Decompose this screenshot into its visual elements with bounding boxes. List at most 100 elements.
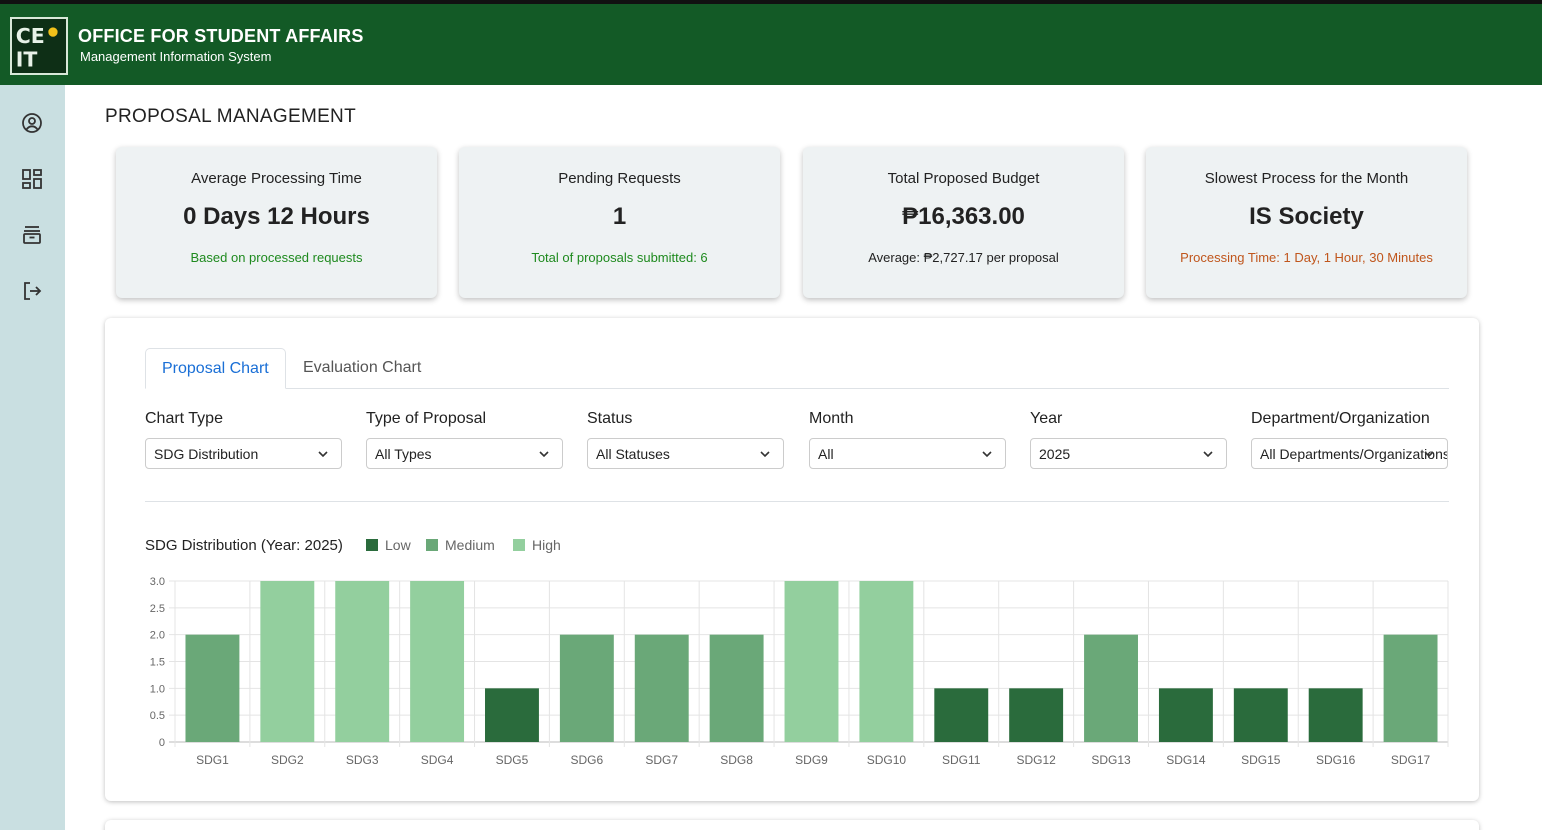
filter-label-year: Year (1030, 410, 1063, 427)
select-value: All Statuses (596, 446, 670, 462)
next-panel-edge (105, 820, 1479, 830)
logo-letters-bottom: IT (16, 47, 38, 71)
sdg-bar-chart: 0 0.5 1.0 1.5 2.0 2.5 3.0 SDG1 SDG2 SDG3 SDG4 SDG5 S… (150, 576, 1449, 767)
select-value: 2025 (1039, 446, 1071, 462)
legend-item-high[interactable]: High (513, 537, 561, 555)
y-tick-label: 0 (159, 737, 165, 749)
chart-type-select[interactable]: SDG Distribution (145, 438, 342, 469)
legend-label: High (532, 537, 561, 553)
stat-card-note: Based on processed requests (190, 250, 363, 265)
x-tick-label: SDG6 (571, 753, 604, 767)
select-value: All Types (375, 446, 432, 462)
legend-label: Medium (445, 537, 495, 553)
chevron-down-icon (760, 451, 770, 458)
stat-card-note: Processing Time: 1 Day, 1 Hour, 30 Minut… (1180, 250, 1433, 265)
bar-sdg12 (1009, 688, 1064, 742)
y-tick-label: 2.5 (150, 603, 165, 615)
top-header-bar: CE IT OFFICE FOR STUDENT AFFAIRS Managem… (0, 0, 1542, 85)
x-tick-label: SDG13 (1091, 753, 1131, 767)
stat-card-label: Slowest Process for the Month (1204, 170, 1409, 187)
legend-swatch (513, 539, 525, 551)
x-tick-label: SDG17 (1391, 753, 1431, 767)
logo-letters-top: CE (16, 24, 45, 48)
legend-item-medium[interactable]: Medium (426, 537, 495, 555)
bar-sdg17 (1383, 634, 1438, 742)
user-circle-icon[interactable] (20, 111, 44, 135)
stat-card-avg-processing-time: Average Processing Time 0 Days 12 Hours … (116, 147, 437, 298)
x-tick-label: SDG12 (1016, 753, 1056, 767)
x-tick-label: SDG5 (496, 753, 529, 767)
archive-box-icon[interactable] (20, 223, 44, 247)
bar-sdg7 (634, 634, 689, 742)
department-select[interactable]: All Departments/Organizations (1251, 438, 1448, 469)
app-title: OFFICE FOR STUDENT AFFAIRS (78, 26, 364, 46)
x-tick-label: SDG10 (867, 753, 907, 767)
x-tick-label: SDG8 (720, 753, 753, 767)
stat-card-label: Average Processing Time (191, 170, 362, 187)
year-select[interactable]: 2025 (1030, 438, 1227, 469)
x-tick-label: SDG4 (421, 753, 454, 767)
stat-card-value: 1 (612, 203, 627, 230)
x-tick-label: SDG7 (645, 753, 678, 767)
stat-card-note: Total of proposals submitted: 6 (531, 250, 708, 265)
bar-sdg9 (784, 581, 839, 742)
y-tick-label: 1.0 (150, 683, 165, 695)
x-tick-label: SDG16 (1316, 753, 1356, 767)
stat-card-pending-requests: Pending Requests 1 Total of proposals su… (459, 147, 780, 298)
bar-sdg6 (559, 634, 614, 742)
bar-sdg8 (709, 634, 764, 742)
legend-label: Low (385, 537, 411, 553)
stat-card-label: Total Proposed Budget (887, 170, 1040, 187)
tab-proposal-chart[interactable]: Proposal Chart (145, 348, 286, 389)
bar-sdg2 (260, 581, 315, 742)
chevron-down-icon (318, 451, 328, 458)
legend-swatch (366, 539, 378, 551)
logout-icon[interactable] (20, 279, 44, 303)
stat-card-slowest-process: Slowest Process for the Month IS Society… (1146, 147, 1467, 298)
y-tick-label: 3.0 (150, 576, 165, 588)
ceit-logo: CE IT (10, 17, 68, 75)
filter-label-status: Status (587, 410, 633, 427)
month-select[interactable]: All (809, 438, 1006, 469)
legend-swatch (426, 539, 438, 551)
status-select[interactable]: All Statuses (587, 438, 784, 469)
x-tick-label: SDG1 (196, 753, 229, 767)
bar-sdg1 (185, 634, 240, 742)
filter-label-proposal-type: Type of Proposal (366, 410, 487, 427)
chevron-down-icon (1203, 451, 1213, 458)
x-tick-label: SDG2 (271, 753, 304, 767)
tab-evaluation-chart[interactable]: Evaluation Chart (287, 348, 437, 389)
bar-sdg4 (410, 581, 465, 742)
filter-label-month: Month (809, 410, 854, 427)
dashboard-grid-icon[interactable] (20, 167, 44, 191)
y-tick-label: 2.0 (150, 630, 165, 642)
select-value: All (818, 446, 834, 462)
app-subtitle: Management Information System (80, 49, 272, 64)
stat-card-label: Pending Requests (558, 170, 681, 187)
x-tick-label: SDG11 (942, 753, 981, 767)
bar-sdg10 (859, 581, 914, 742)
bar-sdg5 (485, 688, 539, 742)
stat-card-value: IS Society (1249, 203, 1364, 230)
legend-item-low[interactable]: Low (366, 537, 411, 555)
bar-sdg16 (1308, 688, 1363, 742)
chart-panel: Proposal Chart Evaluation Chart Chart Ty… (105, 318, 1479, 801)
bar-sdg15 (1233, 688, 1288, 742)
x-tick-label: SDG3 (346, 753, 379, 767)
stat-card-value: ₱16,363.00 (902, 203, 1025, 230)
chart-title: SDG Distribution (Year: 2025) (145, 537, 343, 554)
bar-sdg3 (335, 581, 390, 742)
proposal-type-select[interactable]: All Types (366, 438, 563, 469)
sidebar (0, 85, 65, 830)
bar-sdg11 (934, 688, 989, 742)
bar-sdg14 (1158, 688, 1213, 742)
filters-divider (145, 501, 1449, 502)
y-tick-label: 0.5 (150, 710, 165, 722)
y-tick-label: 1.5 (150, 657, 165, 669)
bar-sdg13 (1084, 634, 1138, 742)
chevron-down-icon (539, 451, 549, 458)
select-value: SDG Distribution (154, 446, 259, 462)
stat-card-value: 0 Days 12 Hours (183, 203, 370, 230)
stat-card-note: Average: ₱2,727.17 per proposal (868, 250, 1059, 265)
stat-card-total-budget: Total Proposed Budget ₱16,363.00 Average… (803, 147, 1124, 298)
